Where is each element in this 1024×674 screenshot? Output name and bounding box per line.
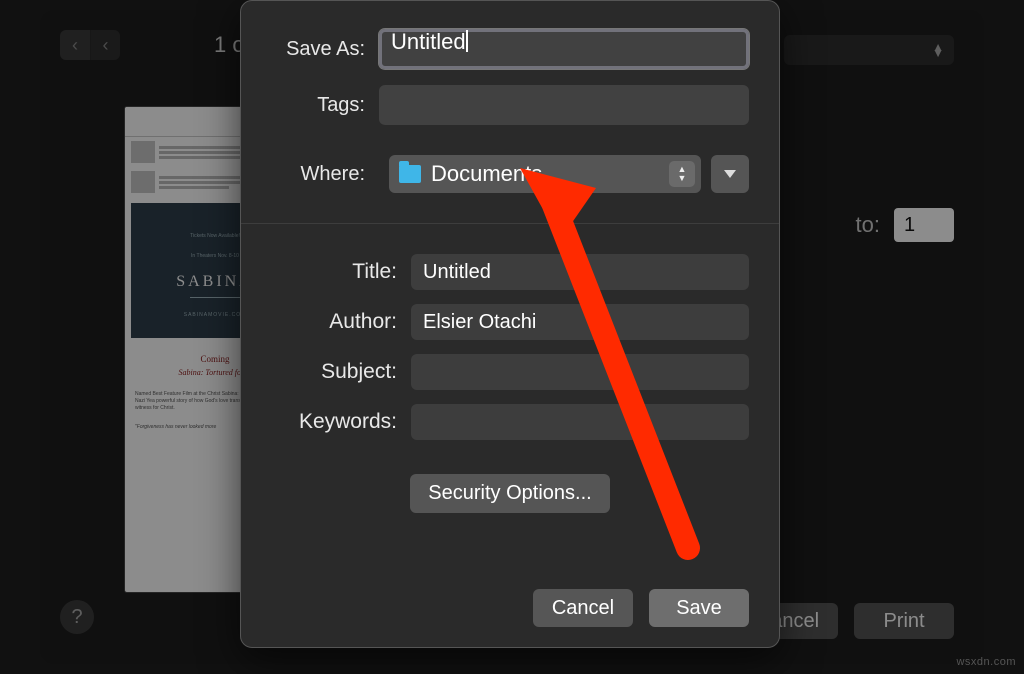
- chevron-updown-icon: ▲▼: [932, 44, 944, 56]
- save-dialog: Save As: Untitled Tags: Where: Documents…: [240, 0, 780, 648]
- next-page-button[interactable]: ‹: [90, 30, 120, 60]
- title-label: Title:: [271, 260, 411, 284]
- watermark: wsxdn.com: [956, 656, 1016, 668]
- subject-input[interactable]: [411, 354, 749, 390]
- where-select[interactable]: Documents ▲▼: [389, 155, 701, 193]
- tags-label: Tags:: [271, 94, 379, 117]
- save-as-label: Save As:: [271, 38, 379, 61]
- keywords-input[interactable]: [411, 404, 749, 440]
- expand-button[interactable]: [711, 155, 749, 193]
- chevron-down-icon: [724, 170, 736, 178]
- divider: [241, 223, 779, 224]
- folder-icon: [399, 165, 421, 183]
- save-button[interactable]: Save: [649, 589, 749, 627]
- help-button[interactable]: ?: [60, 600, 94, 634]
- where-label: Where:: [271, 163, 379, 186]
- tags-input[interactable]: [379, 85, 749, 125]
- security-options-button[interactable]: Security Options...: [410, 474, 609, 513]
- keywords-label: Keywords:: [271, 410, 411, 434]
- chevron-updown-icon: ▲▼: [669, 161, 695, 187]
- bg-print-button[interactable]: Print: [854, 603, 954, 639]
- title-input[interactable]: [411, 254, 749, 290]
- author-input[interactable]: [411, 304, 749, 340]
- subject-label: Subject:: [271, 360, 411, 384]
- page-to-input[interactable]: 1: [894, 208, 954, 242]
- cancel-button[interactable]: Cancel: [533, 589, 633, 627]
- author-label: Author:: [271, 310, 411, 334]
- to-label: to:: [856, 212, 880, 238]
- save-as-input[interactable]: Untitled: [379, 29, 749, 69]
- printer-select[interactable]: ▲▼: [784, 35, 954, 65]
- page-nav-buttons: ‹ ‹: [60, 30, 120, 60]
- where-value: Documents: [431, 161, 542, 187]
- prev-page-button[interactable]: ‹: [60, 30, 90, 60]
